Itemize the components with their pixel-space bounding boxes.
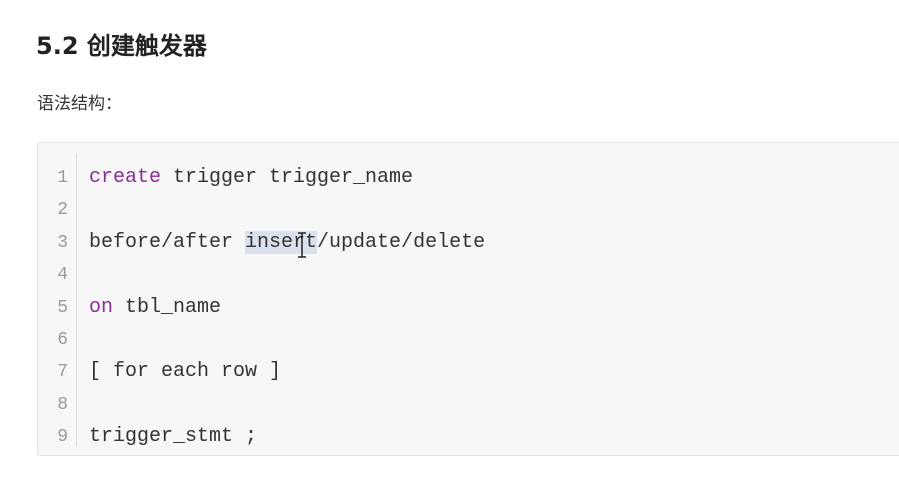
line-number: 1	[57, 168, 68, 188]
code-line-9: trigger_stmt ;	[89, 425, 258, 449]
line-number: 7	[57, 362, 68, 383]
keyword: create	[89, 166, 162, 189]
code-text: trigger trigger_name	[161, 166, 414, 189]
code-text: before/after	[89, 230, 246, 254]
line-gutter: 1 2 3 4 5 6 7 8 9	[38, 153, 77, 447]
syntax-label: 语法结构：	[37, 94, 122, 114]
section-title: 5.2 创建触发器	[36, 32, 207, 60]
code-line-7: [ for each row ]	[89, 360, 282, 384]
line-number: 6	[57, 330, 68, 350]
code-line-1: create trigger trigger_name	[89, 162, 413, 194]
line-number: 8	[57, 394, 68, 415]
line-number: 9	[57, 427, 68, 448]
line-number: 2	[57, 200, 68, 221]
code-block[interactable]: 1 2 3 4 5 6 7 8 9 create trigger trigger…	[37, 142, 899, 456]
keyword: on	[89, 295, 114, 319]
code-line-5: on tbl_name	[89, 292, 221, 324]
text-cursor-icon	[298, 232, 306, 258]
code-text: tbl_name	[113, 295, 222, 319]
code-text: /update/delete	[317, 230, 486, 254]
line-number: 5	[57, 297, 68, 318]
line-number: 3	[57, 232, 68, 253]
code-line-3: before/after insert/update/delete	[89, 227, 485, 259]
line-number: 4	[57, 265, 68, 286]
